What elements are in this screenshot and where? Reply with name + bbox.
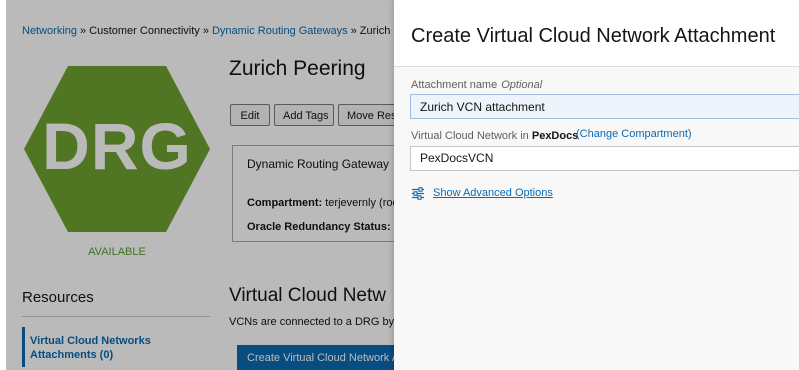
attachment-name-label-text: Attachment name xyxy=(411,79,498,91)
vcn-select[interactable]: PexDocsVCN xyxy=(410,146,799,171)
modal-backdrop[interactable] xyxy=(6,0,394,370)
attachment-name-input[interactable] xyxy=(410,94,799,119)
vcn-compartment-name: PexDocs xyxy=(531,130,579,142)
sliders-icon xyxy=(412,187,424,200)
optional-label: Optional xyxy=(501,79,543,91)
show-advanced-options-link[interactable]: Show Advanced Options xyxy=(433,187,553,199)
vcn-label: Virtual Cloud Network in PexDocs xyxy=(411,130,578,142)
create-attachment-panel: Create Virtual Cloud Network Attachment … xyxy=(394,0,799,370)
vcn-label-prefix: Virtual Cloud Network in xyxy=(411,130,529,142)
change-compartment-link[interactable]: (Change Compartment) xyxy=(576,128,692,140)
panel-header: Create Virtual Cloud Network Attachment xyxy=(394,0,799,67)
attachment-name-label: Attachment name Optional xyxy=(411,79,542,91)
panel-title: Create Virtual Cloud Network Attachment xyxy=(411,25,776,47)
